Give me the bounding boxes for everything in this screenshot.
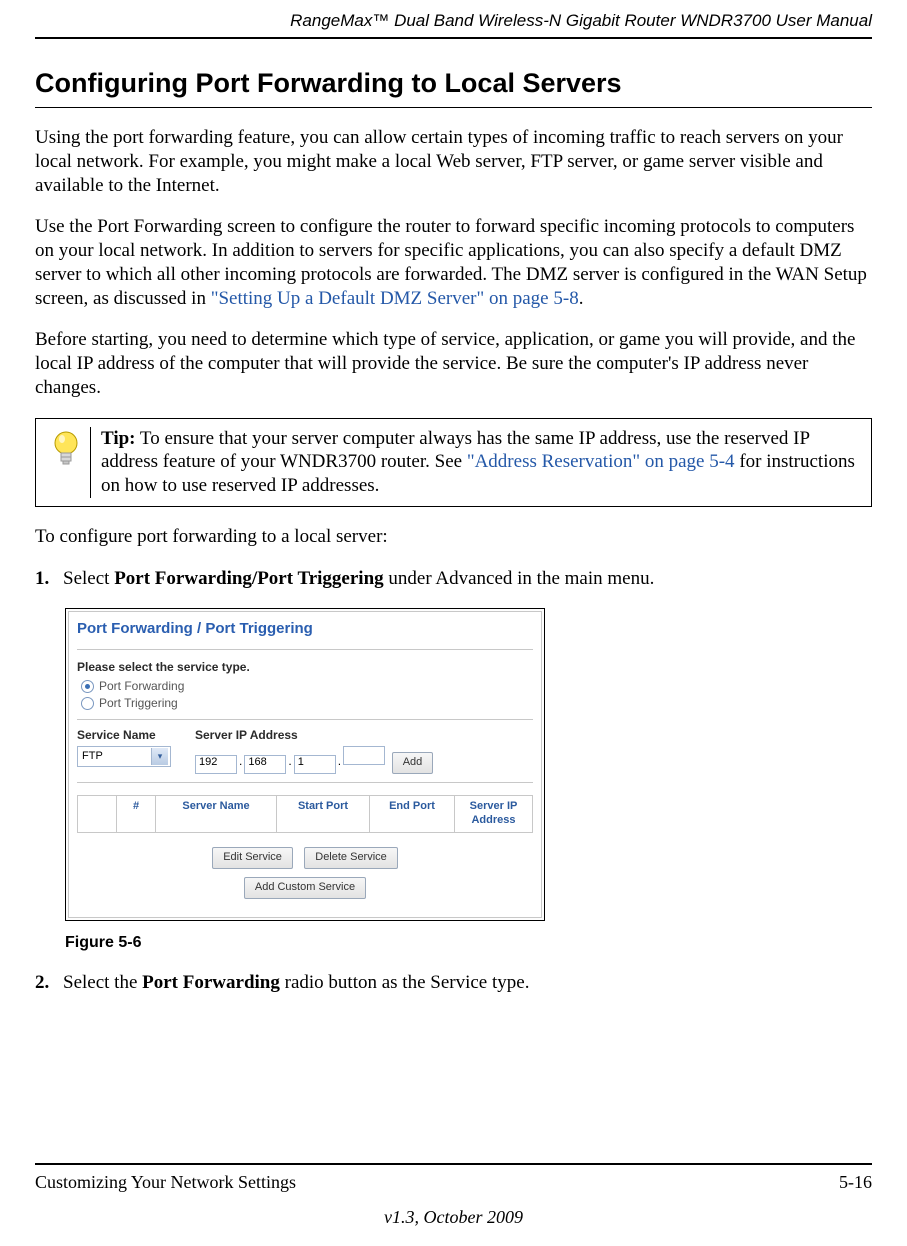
col-end-port: End Port (370, 796, 455, 832)
col-server-ip: Server IP Address (455, 796, 532, 832)
step-1-a: Select (63, 568, 114, 589)
footer-left: Customizing Your Network Settings (35, 1171, 296, 1194)
step-1: 1. Select Port Forwarding/Port Triggerin… (35, 567, 872, 591)
figure-screenshot: Port Forwarding / Port Triggering Please… (65, 608, 545, 920)
col-server-name: Server Name (156, 796, 277, 832)
page-footer: Customizing Your Network Settings 5-16 v… (35, 1163, 872, 1228)
add-button[interactable]: Add (392, 752, 434, 774)
ip-octet-2[interactable]: 168 (244, 755, 286, 774)
col-blank (78, 796, 117, 832)
address-reservation-link[interactable]: "Address Reservation" on page 5-4 (467, 451, 735, 472)
service-name-select[interactable]: FTP ▾ (77, 746, 171, 767)
divider (77, 719, 533, 720)
step-2-number: 2. (35, 971, 49, 995)
steps-intro: To configure port forwarding to a local … (35, 525, 872, 549)
paragraph-1: Using the port forwarding feature, you c… (35, 126, 872, 197)
footer-version: v1.3, October 2009 (35, 1206, 872, 1229)
service-name-value: FTP (82, 750, 103, 764)
chevron-down-icon: ▾ (151, 748, 168, 765)
step-2: 2. Select the Port Forwarding radio butt… (35, 971, 872, 995)
server-ip-label: Server IP Address (195, 728, 433, 743)
step-1-bold: Port Forwarding/Port Triggering (114, 568, 383, 589)
step-2-bold: Port Forwarding (142, 972, 280, 993)
delete-service-button[interactable]: Delete Service (304, 847, 398, 869)
figure-title: Port Forwarding / Port Triggering (77, 616, 533, 650)
service-name-label: Service Name (77, 728, 171, 743)
add-custom-service-button[interactable]: Add Custom Service (244, 877, 366, 899)
ip-octet-3[interactable]: 1 (294, 755, 336, 774)
ip-octet-1[interactable]: 192 (195, 755, 237, 774)
footer-page-number: 5-16 (839, 1171, 872, 1194)
col-hash: # (117, 796, 156, 832)
paragraph-3: Before starting, you need to determine w… (35, 328, 872, 399)
tip-icon (42, 427, 91, 498)
divider (77, 782, 533, 783)
port-forwarding-radio[interactable] (81, 680, 94, 693)
forwarding-table: # Server Name Start Port End Port Server… (77, 795, 533, 833)
dmz-link[interactable]: "Setting Up a Default DMZ Server" on pag… (211, 288, 579, 309)
ip-octet-4[interactable] (343, 746, 385, 765)
step-2-a: Select the (63, 972, 142, 993)
port-triggering-label: Port Triggering (99, 696, 178, 711)
port-triggering-radio[interactable] (81, 697, 94, 710)
col-start-port: Start Port (277, 796, 370, 832)
paragraph-2: Use the Port Forwarding screen to config… (35, 215, 872, 310)
tip-label: Tip: (101, 428, 136, 449)
step-1-b: under Advanced in the main menu. (384, 568, 655, 589)
port-forwarding-label: Port Forwarding (99, 679, 184, 694)
service-type-prompt: Please select the service type. (77, 660, 533, 675)
manual-header: RangeMax™ Dual Band Wireless-N Gigabit R… (35, 10, 872, 39)
section-heading: Configuring Port Forwarding to Local Ser… (35, 67, 872, 108)
tip-box: Tip: To ensure that your server computer… (35, 418, 872, 507)
tip-text: Tip: To ensure that your server computer… (101, 427, 861, 498)
edit-service-button[interactable]: Edit Service (212, 847, 293, 869)
paragraph-2b: . (579, 288, 584, 309)
figure-caption: Figure 5-6 (65, 933, 872, 953)
step-1-number: 1. (35, 567, 49, 591)
step-2-b: radio button as the Service type. (280, 972, 530, 993)
